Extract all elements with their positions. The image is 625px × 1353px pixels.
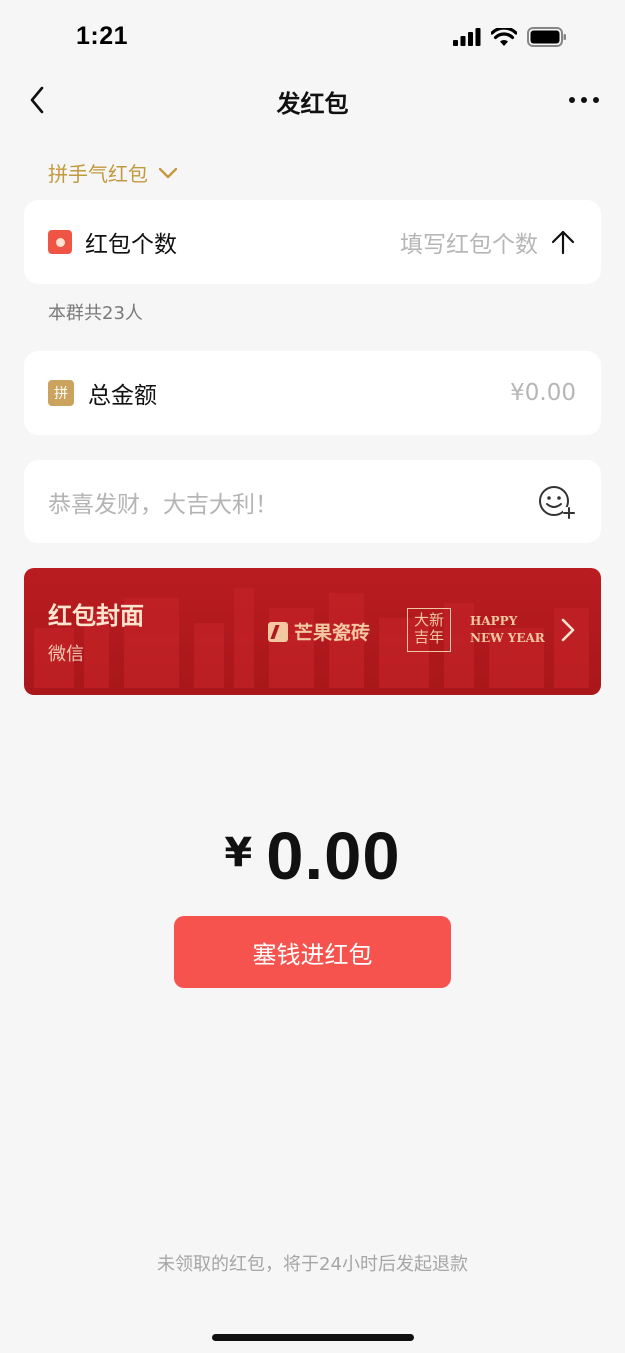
packet-type-selector[interactable]: 拼手气红包 — [48, 158, 178, 187]
cover-brand: 芒果瓷砖 — [268, 618, 370, 645]
total-amount-display: ¥ 0.00 — [0, 818, 625, 895]
packet-count-input[interactable]: 填写红包个数 — [400, 225, 538, 259]
new-year-seal: 大新 吉年 — [407, 608, 451, 652]
more-icon-dot — [569, 97, 575, 103]
more-icon-dot — [581, 97, 587, 103]
wifi-icon — [491, 27, 517, 46]
status-time: 1:21 — [76, 22, 129, 50]
happy-line-1: HAPPY — [470, 614, 518, 628]
red-packet-icon — [48, 230, 72, 254]
seal-line-1: 大新 — [413, 611, 444, 629]
packet-count-card[interactable]: 红包个数 填写红包个数 — [24, 200, 601, 284]
greeting-input[interactable]: 恭喜发财，大吉大利！ — [48, 485, 278, 519]
submit-packet-button[interactable]: 塞钱进红包 — [174, 916, 451, 988]
currency-symbol: ¥ — [224, 830, 253, 876]
packet-type-label: 拼手气红包 — [48, 162, 148, 186]
signal-icon — [453, 28, 481, 46]
seal-line-2: 吉年 — [413, 628, 444, 646]
greeting-card[interactable]: 恭喜发财，大吉大利！ — [24, 460, 601, 543]
total-amount-card[interactable]: 拼 总金额 ¥0.00 — [24, 351, 601, 435]
cover-subtitle: 微信 — [48, 644, 84, 665]
chevron-down-icon — [158, 167, 178, 178]
home-indicator[interactable] — [212, 1334, 414, 1341]
packet-cover-banner[interactable]: 红包封面 微信 芒果瓷砖 大新 吉年 HAPPY NEW YEAR — [24, 568, 601, 695]
emoji-add-icon[interactable] — [538, 485, 576, 519]
brand-name: 芒果瓷砖 — [294, 622, 371, 644]
packet-count-label: 红包个数 — [85, 232, 177, 258]
total-amount-label: 总金额 — [88, 383, 157, 409]
page-title: 发红包 — [276, 90, 349, 118]
more-button[interactable] — [569, 88, 599, 112]
refund-note: 未领取的红包，将于24小时后发起退款 — [157, 1254, 468, 1275]
chevron-right-icon — [561, 618, 575, 642]
happy-new-year-text: HAPPY NEW YEAR — [470, 613, 545, 647]
battery-icon — [527, 27, 566, 47]
arrow-up-icon — [551, 230, 575, 255]
brand-logo-icon — [268, 621, 288, 642]
more-icon-dot — [593, 97, 599, 103]
total-amount-input[interactable]: ¥0.00 — [510, 380, 576, 406]
cover-title: 红包封面 — [48, 602, 144, 630]
group-member-count: 本群共23人 — [48, 303, 143, 324]
happy-line-2: NEW YEAR — [470, 631, 545, 645]
random-amount-icon: 拼 — [48, 380, 74, 406]
total-amount-value: 0.00 — [266, 819, 401, 894]
status-icons — [453, 27, 567, 47]
